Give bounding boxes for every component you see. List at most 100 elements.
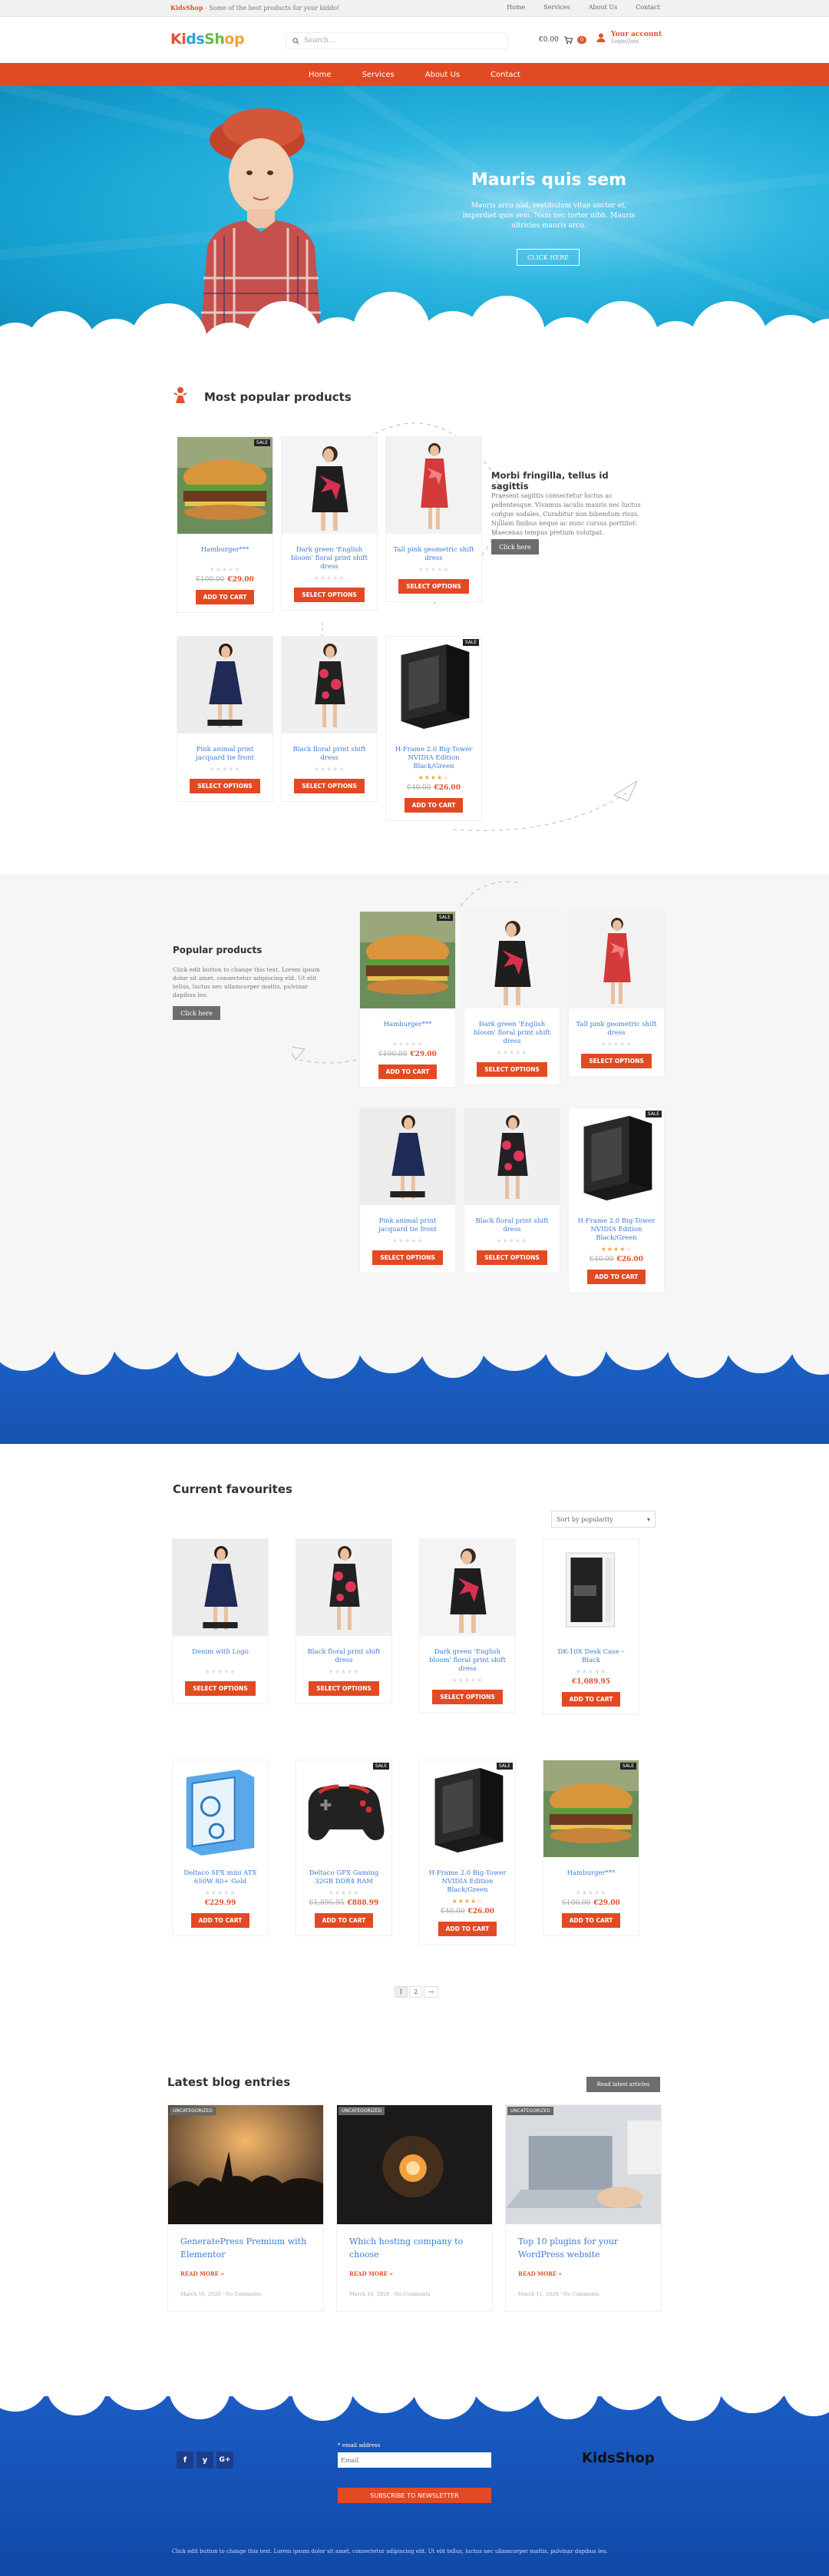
add-to-cart-button[interactable]: ADD TO CART bbox=[438, 1922, 497, 1936]
product-name[interactable]: Black floral print shift dress bbox=[296, 1648, 391, 1665]
popular-side-button[interactable]: Click here bbox=[491, 539, 539, 555]
select-options-button[interactable]: SELECT OPTIONS bbox=[398, 579, 469, 594]
nav-contact[interactable]: Contact bbox=[490, 71, 520, 79]
add-to-cart-button[interactable]: ADD TO CART bbox=[314, 1913, 374, 1928]
add-to-cart-button[interactable]: ADD TO CART bbox=[190, 1913, 250, 1928]
account-link[interactable]: Your account Login/Join bbox=[596, 31, 662, 45]
product-name[interactable]: H-Frame 2.0 Big-Tower NVIDIA Edition Bla… bbox=[386, 746, 481, 771]
product-name[interactable]: Pink animal print jacquard tie front bbox=[177, 746, 272, 763]
product-image[interactable] bbox=[464, 1108, 560, 1205]
product-card[interactable]: SALE H-Frame 2.0 Big-Tower NVIDIA Edition… bbox=[419, 1760, 516, 1945]
cart-button[interactable]: €0.00 0 bbox=[539, 35, 587, 45]
product-name[interactable]: H-Frame 2.0 Big-Tower NVIDIA Edition Bla… bbox=[420, 1869, 515, 1895]
product-name[interactable]: Deltaco SFX mini ATX 650W 80+ Gold bbox=[173, 1869, 268, 1886]
product-image[interactable]: SALE bbox=[420, 1760, 515, 1857]
product-image[interactable]: SALE bbox=[296, 1760, 391, 1857]
add-to-cart-button[interactable]: ADD TO CART bbox=[195, 590, 255, 604]
site-logo[interactable]: KidsShop bbox=[170, 31, 245, 48]
select-options-button[interactable]: SELECT OPTIONS bbox=[477, 1062, 547, 1077]
read-more-link[interactable]: READ MORE » bbox=[180, 2270, 311, 2277]
hero-cta-button[interactable]: CLICK HERE bbox=[517, 249, 580, 266]
select-options-button[interactable]: SELECT OPTIONS bbox=[294, 588, 365, 602]
product-image[interactable] bbox=[386, 437, 481, 534]
select-options-button[interactable]: SELECT OPTIONS bbox=[294, 779, 365, 793]
product-card[interactable]: Deltaco SFX mini ATX 650W 80+ Gold ★★★★★ €… bbox=[172, 1760, 269, 1936]
product-name[interactable]: Tall pink geometric shift dress bbox=[386, 546, 481, 563]
search-input[interactable]: Search... bbox=[286, 32, 508, 49]
select-options-button[interactable]: SELECT OPTIONS bbox=[372, 1250, 443, 1265]
category-tag[interactable]: UNCATEGORIZED bbox=[170, 2107, 216, 2115]
product-name[interactable]: Deltaco GFX Gaming 32GB DDR4 RAM bbox=[296, 1869, 391, 1886]
product-image[interactable] bbox=[420, 1539, 515, 1636]
product-card[interactable]: Dark green 'English bloom' floral print … bbox=[419, 1538, 516, 1713]
product-card[interactable]: Dark green 'English bloom' floral print … bbox=[464, 911, 560, 1085]
blog-card[interactable]: UNCATEGORIZED GeneratePress Premium with … bbox=[167, 2104, 324, 2312]
blog-post-title[interactable]: Top 10 plugins for your WordPress websit… bbox=[518, 2235, 649, 2261]
product-image[interactable]: SALE bbox=[569, 1108, 664, 1205]
blog-post-title[interactable]: GeneratePress Premium with Elementor bbox=[180, 2235, 311, 2261]
select-options-button[interactable]: SELECT OPTIONS bbox=[477, 1250, 547, 1265]
product-card[interactable]: Black floral print shift dress ★★★★★ SELEC… bbox=[464, 1108, 560, 1273]
category-tag[interactable]: UNCATEGORIZED bbox=[507, 2107, 553, 2115]
product-name[interactable]: Dark green 'English bloom' floral print … bbox=[464, 1021, 560, 1046]
blog-image[interactable]: UNCATEGORIZED bbox=[168, 2105, 323, 2224]
add-to-cart-button[interactable]: ADD TO CART bbox=[378, 1065, 438, 1079]
product-card[interactable]: SALE H-Frame 2.0 Big-Tower NVIDIA Edition… bbox=[568, 1108, 665, 1293]
product-card[interactable]: SALE Hamburger*** ★★★★★ €100.00 €29.00 ADD TO… bbox=[543, 1760, 639, 1936]
read-latest-button[interactable]: Read latest articles bbox=[586, 2077, 660, 2092]
product-card[interactable]: Dark green 'English bloom' floral print … bbox=[281, 436, 378, 611]
product-name[interactable]: Tall pink geometric shift dress bbox=[569, 1021, 664, 1038]
google-plus-icon[interactable]: G+ bbox=[216, 2452, 233, 2468]
nav-services[interactable]: Services bbox=[362, 71, 395, 79]
product-image[interactable] bbox=[569, 912, 664, 1008]
page-1[interactable]: 1 bbox=[395, 1986, 408, 1998]
product-image[interactable] bbox=[296, 1539, 391, 1636]
product-name[interactable]: Dark green 'English bloom' floral print … bbox=[282, 546, 377, 571]
product-name[interactable]: Hamburger*** bbox=[177, 546, 272, 563]
product-image[interactable] bbox=[360, 1108, 455, 1205]
product-name[interactable]: Pink animal print jacquard tie front bbox=[360, 1217, 455, 1234]
add-to-cart-button[interactable]: ADD TO CART bbox=[586, 1270, 646, 1284]
newsletter-email-input[interactable] bbox=[338, 2452, 491, 2468]
product-card[interactable]: SALE Deltaco GFX Gaming 32GB DDR4 RAM ★★★★… bbox=[296, 1760, 392, 1936]
blog-post-title[interactable]: Which hosting company to choose bbox=[349, 2235, 480, 2261]
product-name[interactable]: Black floral print shift dress bbox=[464, 1217, 560, 1234]
top-link-about[interactable]: About Us bbox=[589, 4, 617, 11]
product-card[interactable]: Pink animal print jacquard tie front ★★★★… bbox=[359, 1108, 456, 1273]
product-card[interactable]: SALE Hamburger*** ★★★★★ €100.00 €29.00 ADD TO… bbox=[177, 436, 273, 613]
product-image[interactable] bbox=[173, 1760, 268, 1857]
product-image[interactable] bbox=[464, 912, 560, 1008]
top-link-home[interactable]: Home bbox=[507, 4, 525, 11]
product-image[interactable] bbox=[173, 1539, 268, 1636]
product-image[interactable] bbox=[282, 637, 377, 733]
page-2[interactable]: 2 bbox=[409, 1986, 423, 1998]
add-to-cart-button[interactable]: ADD TO CART bbox=[561, 1692, 621, 1707]
product-card[interactable]: Black floral print shift dress ★★★★★ SELEC… bbox=[281, 636, 378, 802]
product-name[interactable]: Hamburger*** bbox=[543, 1869, 639, 1886]
product-image[interactable]: SALE bbox=[543, 1760, 639, 1857]
select-options-button[interactable]: SELECT OPTIONS bbox=[309, 1681, 379, 1696]
blog-image[interactable]: UNCATEGORIZED bbox=[337, 2105, 492, 2224]
page-next[interactable]: → bbox=[424, 1986, 438, 1998]
product-image[interactable] bbox=[282, 437, 377, 534]
category-tag[interactable]: UNCATEGORIZED bbox=[339, 2107, 385, 2115]
product-image[interactable]: SALE bbox=[386, 637, 481, 733]
add-to-cart-button[interactable]: ADD TO CART bbox=[561, 1913, 621, 1928]
product-name[interactable]: DK-10X Desk Case – Black bbox=[543, 1648, 639, 1665]
product-name[interactable]: H-Frame 2.0 Big-Tower NVIDIA Edition Bla… bbox=[569, 1217, 664, 1243]
nav-home[interactable]: Home bbox=[309, 71, 332, 79]
product-card[interactable]: Tall pink geometric shift dress ★★★★★ SELE… bbox=[568, 911, 665, 1077]
select-options-button[interactable]: SELECT OPTIONS bbox=[190, 779, 260, 793]
blog-card[interactable]: UNCATEGORIZED Top 10 plugins for your Wor… bbox=[505, 2104, 662, 2312]
select-options-button[interactable]: SELECT OPTIONS bbox=[185, 1681, 256, 1696]
read-more-link[interactable]: READ MORE » bbox=[349, 2270, 480, 2277]
subscribe-button[interactable]: SUBSCRIBE TO NEWSLETTER bbox=[338, 2488, 491, 2503]
product-image[interactable]: SALE bbox=[360, 912, 455, 1008]
twitter-icon[interactable]: y bbox=[197, 2452, 213, 2468]
top-link-services[interactable]: Services bbox=[543, 4, 570, 11]
product-card[interactable]: SALE H-Frame 2.0 Big-Tower NVIDIA Edition… bbox=[385, 636, 482, 821]
product-name[interactable]: Black floral print shift dress bbox=[282, 746, 377, 763]
product-image[interactable]: SALE bbox=[177, 437, 272, 534]
facebook-icon[interactable]: f bbox=[177, 2452, 193, 2468]
product-image[interactable] bbox=[177, 637, 272, 733]
